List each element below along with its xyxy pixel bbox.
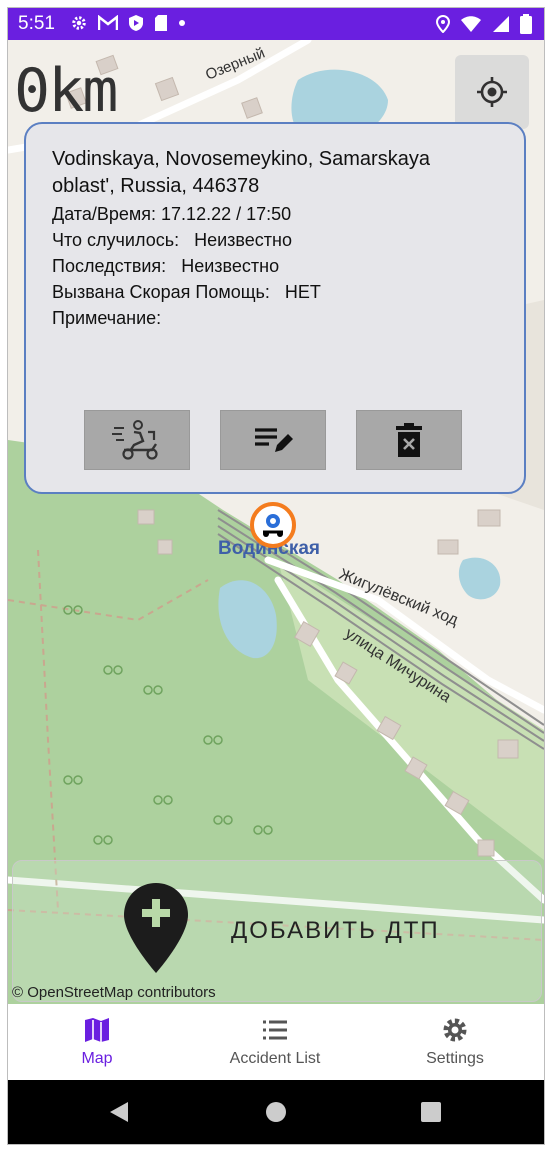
- gear-icon: [443, 1018, 467, 1042]
- scooter-marker-icon: [263, 514, 283, 537]
- note-label: Примечание:: [52, 308, 162, 328]
- nav-item-settings[interactable]: Settings: [366, 1004, 544, 1080]
- list-icon: [263, 1020, 287, 1040]
- sdcard-status-icon: [155, 15, 167, 31]
- accident-marker[interactable]: [250, 502, 296, 548]
- location-status-icon: [436, 15, 450, 33]
- status-time: 5:51: [18, 13, 55, 34]
- bottom-navigation: Map Accident List Settings: [8, 1004, 544, 1080]
- map-icon: [85, 1018, 109, 1042]
- add-accident-label: ДОБАВИТЬ ДТП: [231, 917, 440, 944]
- courier-button[interactable]: [84, 410, 190, 470]
- delete-icon: [396, 423, 422, 457]
- phone-screen: 5:51 Озерный Жигулёвский ход улица Мичур…: [8, 8, 544, 1144]
- wifi-status-icon: [461, 16, 481, 32]
- edit-list-icon: [255, 428, 293, 452]
- what-happened-label: Что случилось:: [52, 230, 180, 250]
- status-left-icons: [70, 14, 186, 32]
- nav-map-label: Map: [81, 1050, 113, 1067]
- datetime-row: Дата/Время: 17.12.22 / 17:50: [52, 204, 291, 225]
- settings-status-icon: [72, 16, 86, 30]
- consequences-row: Последствия: Неизвестно: [52, 256, 279, 277]
- ambulance-label: Вызвана Скорая Помощь:: [52, 282, 270, 302]
- back-icon[interactable]: [108, 1100, 130, 1124]
- nav-item-accident-list[interactable]: Accident List: [186, 1004, 364, 1080]
- osm-attribution[interactable]: © OpenStreetMap contributors: [12, 984, 216, 1001]
- add-accident-button[interactable]: ДОБАВИТЬ ДТП: [12, 860, 542, 1002]
- datetime-value: 17.12.22 / 17:50: [161, 204, 292, 224]
- status-bar: 5:51: [8, 8, 544, 40]
- signal-status-icon: [493, 16, 509, 32]
- gmail-status-icon: [98, 15, 118, 30]
- status-right-icons: [436, 14, 532, 34]
- courier-icon: [112, 420, 158, 460]
- accident-info-card: Vodinskaya, Novosemeykino, Samarskaya ob…: [24, 122, 526, 494]
- recents-icon[interactable]: [421, 1102, 441, 1122]
- note-row: Примечание:: [52, 308, 166, 329]
- battery-status-icon: [520, 14, 532, 34]
- ambulance-value: НЕТ: [284, 282, 321, 302]
- nav-settings-label: Settings: [426, 1050, 484, 1067]
- nav-accident-list-label: Accident List: [229, 1050, 321, 1067]
- consequences-label: Последствия:: [52, 256, 167, 276]
- my-location-button[interactable]: [455, 55, 529, 129]
- speed-readout: 0km: [14, 56, 118, 126]
- system-navigation-bar: [8, 1080, 544, 1144]
- add-location-pin-icon: [124, 883, 188, 973]
- edit-accident-button[interactable]: [220, 410, 326, 470]
- dot-status-icon: [179, 20, 185, 26]
- what-happened-value: Неизвестно: [194, 230, 292, 250]
- accident-address: Vodinskaya, Novosemeykino, Samarskaya ob…: [52, 148, 430, 197]
- ambulance-row: Вызвана Скорая Помощь: НЕТ: [52, 282, 321, 303]
- shield-status-icon: [129, 15, 143, 31]
- delete-accident-button[interactable]: [356, 410, 462, 470]
- what-happened-row: Что случилось: Неизвестно: [52, 230, 292, 251]
- datetime-label: Дата/Время:: [52, 204, 157, 224]
- home-icon[interactable]: [265, 1101, 287, 1123]
- nav-item-map[interactable]: Map: [8, 1004, 186, 1080]
- crosshair-icon: [477, 77, 507, 107]
- consequences-value: Неизвестно: [181, 256, 280, 276]
